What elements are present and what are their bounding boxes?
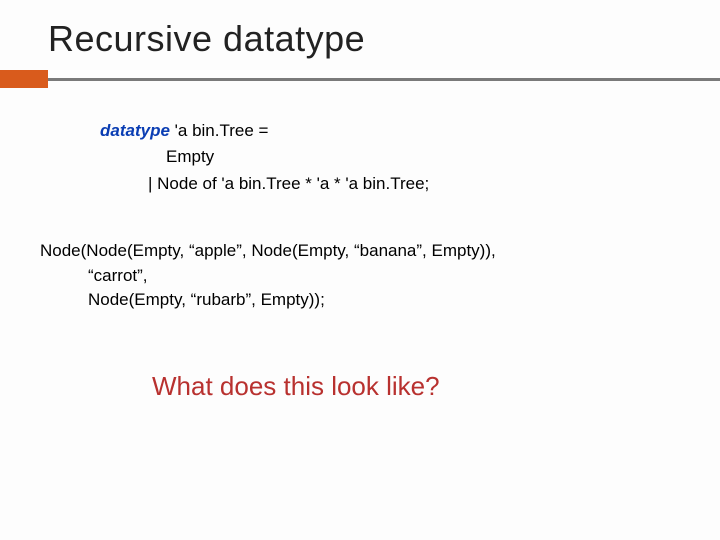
divider-line	[48, 78, 720, 81]
keyword-datatype: datatype	[100, 121, 170, 140]
accent-block	[0, 70, 48, 88]
example-line-1: Node(Node(Empty, “apple”, Node(Empty, “b…	[40, 239, 720, 264]
example-code: Node(Node(Empty, “apple”, Node(Empty, “b…	[0, 197, 720, 313]
example-line-2: “carrot”,	[40, 264, 720, 289]
code-line-1-rest: 'a bin.Tree =	[170, 121, 269, 140]
slide-title-area: Recursive datatype	[0, 0, 720, 70]
datatype-code: datatype 'a bin.Tree = Empty | Node of '…	[0, 88, 720, 197]
title-divider	[0, 70, 720, 88]
code-line-2: Empty	[100, 144, 720, 170]
code-line-1: datatype 'a bin.Tree =	[100, 118, 720, 144]
slide-title: Recursive datatype	[48, 18, 720, 60]
question-text: What does this look like?	[0, 313, 720, 402]
example-line-3: Node(Empty, “rubarb”, Empty));	[40, 288, 720, 313]
code-line-3: | Node of 'a bin.Tree * 'a * 'a bin.Tree…	[100, 171, 720, 197]
